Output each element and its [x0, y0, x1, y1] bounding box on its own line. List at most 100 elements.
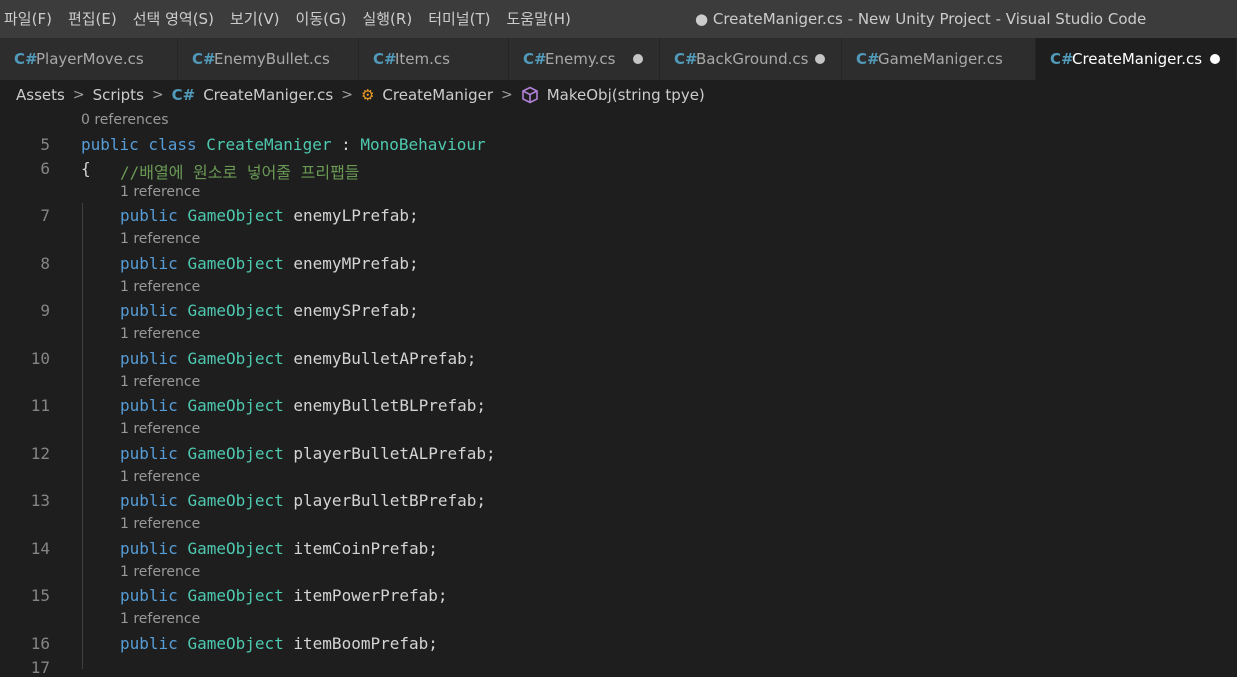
- window-title: ● CreateManiger.cs - New Unity Project -…: [695, 10, 1147, 28]
- code-type: GameObject: [187, 491, 284, 510]
- unsaved-dot-icon[interactable]: [1210, 54, 1220, 64]
- code-type: GameObject: [187, 254, 284, 273]
- chevron-right-icon: >: [72, 87, 85, 103]
- code-line[interactable]: public GameObject enemyBulletAPrefab;: [120, 349, 476, 368]
- code-line[interactable]: public GameObject itemPowerPrefab;: [120, 586, 448, 605]
- code-text: :: [331, 135, 361, 154]
- code-comment: //배열에 원소로 넣어줄 프리팹들: [120, 163, 360, 182]
- breadcrumb: Assets > Scripts > C# CreateManiger.cs >…: [0, 80, 1237, 110]
- breadcrumb-method[interactable]: MakeObj(string tpye): [547, 86, 705, 104]
- code-type: GameObject: [187, 444, 284, 463]
- line-number: 10: [30, 349, 50, 368]
- code-line[interactable]: public GameObject enemyBulletBLPrefab;: [120, 396, 486, 415]
- codelens-references[interactable]: 0 references: [81, 112, 169, 128]
- code-line[interactable]: public class CreateManiger : MonoBehavio…: [81, 135, 486, 154]
- code-text: enemySPrefab;: [283, 301, 419, 320]
- code-type: GameObject: [187, 586, 284, 605]
- tab-playermove[interactable]: C# PlayerMove.cs: [0, 38, 178, 80]
- code-text: itemPowerPrefab;: [283, 586, 448, 605]
- code-type: GameObject: [187, 539, 284, 558]
- menu-bar: 파일(F) 편집(E) 선택 영역(S) 보기(V) 이동(G) 실행(R) 터…: [0, 0, 581, 38]
- code-keyword: public: [120, 634, 188, 653]
- codelens-references[interactable]: 1 reference: [120, 184, 200, 200]
- menu-file[interactable]: 파일(F): [0, 0, 62, 38]
- code-line[interactable]: public GameObject playerBulletBPrefab;: [120, 491, 486, 510]
- code-text: itemCoinPrefab;: [283, 539, 438, 558]
- tab-createmaniger[interactable]: C# CreateManiger.cs: [1036, 38, 1237, 80]
- code-line[interactable]: public GameObject itemCoinPrefab;: [120, 539, 438, 558]
- code-text: enemyLPrefab;: [283, 206, 419, 225]
- code-type: GameObject: [187, 349, 284, 368]
- codelens-references[interactable]: 1 reference: [120, 326, 200, 342]
- codelens-references[interactable]: 1 reference: [120, 469, 200, 485]
- code-keyword: public: [120, 586, 188, 605]
- menu-run[interactable]: 실행(R): [352, 0, 422, 38]
- line-number: 5: [40, 135, 50, 154]
- line-number: 11: [30, 396, 50, 415]
- code-keyword: public: [120, 444, 188, 463]
- code-editor[interactable]: 0 references 1 reference 1 reference 1 r…: [0, 110, 1237, 677]
- codelens-references[interactable]: 1 reference: [120, 374, 200, 390]
- chevron-right-icon: >: [341, 87, 353, 103]
- csharp-file-icon: C#: [523, 50, 547, 68]
- line-number: 13: [30, 491, 50, 510]
- breadcrumb-file[interactable]: CreateManiger.cs: [203, 86, 333, 104]
- tab-label: Item.cs: [395, 50, 450, 68]
- chevron-right-icon: >: [501, 87, 513, 103]
- tab-background[interactable]: C# BackGround.cs: [660, 38, 842, 80]
- tab-enemybullet[interactable]: C# EnemyBullet.cs: [178, 38, 359, 80]
- codelens-references[interactable]: 1 reference: [120, 421, 200, 437]
- codelens-references[interactable]: 1 reference: [120, 231, 200, 247]
- menu-help[interactable]: 도움말(H): [496, 0, 580, 38]
- code-type: CreateManiger: [206, 135, 332, 154]
- menu-terminal[interactable]: 터미널(T): [418, 0, 500, 38]
- codelens-references[interactable]: 1 reference: [120, 611, 200, 627]
- code-keyword: public: [120, 301, 188, 320]
- chevron-right-icon: >: [151, 87, 164, 103]
- title-bar: 파일(F) 편집(E) 선택 영역(S) 보기(V) 이동(G) 실행(R) 터…: [0, 0, 1237, 38]
- code-keyword: public: [120, 491, 188, 510]
- line-number: 16: [30, 634, 50, 653]
- line-number: 9: [40, 301, 50, 320]
- codelens-references[interactable]: 1 reference: [120, 564, 200, 580]
- line-number: 17: [30, 658, 50, 677]
- code-keyword: public class: [81, 135, 207, 154]
- tab-gamemaniger[interactable]: C# GameManiger.cs: [842, 38, 1036, 80]
- code-text: enemyBulletAPrefab;: [283, 349, 477, 368]
- line-number: 12: [30, 444, 50, 463]
- code-line[interactable]: {//배열에 원소로 넣어줄 프리팹들: [81, 159, 360, 182]
- menu-edit[interactable]: 편집(E): [58, 0, 127, 38]
- tab-label: PlayerMove.cs: [36, 50, 144, 68]
- menu-view[interactable]: 보기(V): [220, 0, 290, 38]
- breadcrumb-scripts[interactable]: Scripts: [93, 86, 144, 104]
- tab-label: EnemyBullet.cs: [214, 50, 330, 68]
- codelens-references[interactable]: 1 reference: [120, 516, 200, 532]
- code-keyword: public: [120, 539, 188, 558]
- editor-tab-bar: C# PlayerMove.cs C# EnemyBullet.cs C# It…: [0, 38, 1237, 80]
- code-line[interactable]: public GameObject enemySPrefab;: [120, 301, 419, 320]
- breadcrumb-class[interactable]: CreateManiger: [382, 86, 493, 104]
- line-number: 6: [40, 159, 50, 178]
- line-number: 8: [40, 254, 50, 273]
- unsaved-dot-icon[interactable]: [815, 54, 825, 64]
- code-line[interactable]: public GameObject enemyMPrefab;: [120, 254, 419, 273]
- tab-label: Enemy.cs: [545, 50, 616, 68]
- code-line[interactable]: public GameObject playerBulletALPrefab;: [120, 444, 496, 463]
- csharp-file-icon: C#: [1050, 50, 1074, 68]
- menu-go[interactable]: 이동(G): [286, 0, 357, 38]
- codelens-references[interactable]: 1 reference: [120, 279, 200, 295]
- tab-label: CreateManiger.cs: [1072, 50, 1203, 68]
- tab-enemy[interactable]: C# Enemy.cs: [509, 38, 660, 80]
- method-cube-icon: [521, 86, 539, 104]
- csharp-file-icon: C#: [171, 86, 196, 104]
- tab-item[interactable]: C# Item.cs: [359, 38, 509, 80]
- menu-selection[interactable]: 선택 영역(S): [123, 0, 224, 38]
- csharp-file-icon: C#: [14, 50, 38, 68]
- code-line[interactable]: public GameObject enemyLPrefab;: [120, 206, 419, 225]
- code-line[interactable]: public GameObject itemBoomPrefab;: [120, 634, 438, 653]
- code-type: GameObject: [187, 206, 284, 225]
- tab-label: GameManiger.cs: [878, 50, 1003, 68]
- breadcrumb-assets[interactable]: Assets: [16, 86, 65, 104]
- csharp-file-icon: C#: [192, 50, 216, 68]
- unsaved-dot-icon[interactable]: [633, 54, 643, 64]
